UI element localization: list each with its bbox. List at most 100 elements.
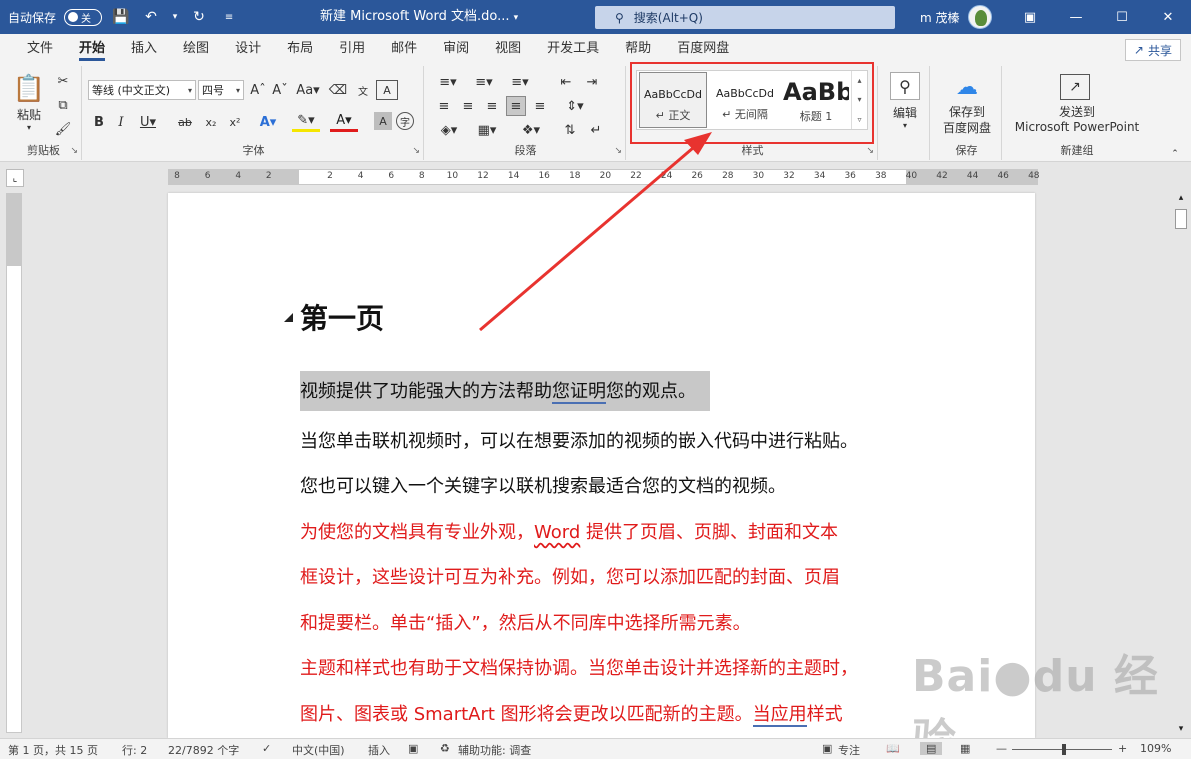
line-number[interactable]: 行: 2 bbox=[122, 742, 147, 758]
heading-first-page[interactable]: 第一页 bbox=[300, 297, 384, 337]
word-count[interactable]: 22/7892 个字 bbox=[168, 742, 239, 758]
numbering-icon[interactable]: ≡▾ bbox=[470, 72, 498, 92]
line-spacing-icon[interactable]: ⇕▾ bbox=[560, 96, 590, 116]
subscript-icon[interactable]: x₂ bbox=[200, 112, 222, 132]
send-to-powerpoint-icon[interactable]: ↗ bbox=[1060, 74, 1090, 100]
focus-mode[interactable]: 专注 bbox=[838, 742, 860, 758]
paste-button[interactable]: 粘贴 bbox=[10, 106, 48, 122]
avatar[interactable] bbox=[967, 5, 992, 29]
selected-paragraph[interactable]: 视频提供了功能强大的方法帮助您证明您的观点。 bbox=[300, 371, 710, 411]
tab-references[interactable]: 引用 bbox=[326, 34, 378, 64]
minimize-icon[interactable]: — bbox=[1053, 0, 1099, 34]
copy-icon[interactable]: ⧉ bbox=[54, 96, 72, 114]
print-layout-icon[interactable]: ▤ bbox=[920, 742, 943, 755]
chinese-layout-icon[interactable]: ❖▾ bbox=[516, 120, 546, 140]
borders-icon[interactable]: ▦▾ bbox=[472, 120, 502, 140]
distributed-icon[interactable]: ≡ bbox=[530, 96, 550, 116]
editing-button[interactable]: 编辑 bbox=[882, 104, 928, 120]
find-icon[interactable]: ⚲ bbox=[890, 72, 920, 100]
document-page[interactable]: 第一页 视频提供了功能强大的方法帮助您证明您的观点。 当您单击联机视频时，可以在… bbox=[168, 193, 1035, 738]
dialog-launcher-icon[interactable]: ↘ bbox=[866, 146, 874, 156]
shading-icon[interactable]: ◈▾ bbox=[434, 120, 464, 140]
autosave-toggle[interactable]: 关 bbox=[64, 8, 103, 26]
collapse-ribbon-icon[interactable]: ⌃ bbox=[1168, 148, 1182, 160]
web-layout-icon[interactable]: ▦ bbox=[960, 742, 970, 755]
sort-icon[interactable]: ⇅ bbox=[560, 120, 580, 140]
tab-home[interactable]: 开始 bbox=[66, 34, 118, 64]
font-size-combo[interactable]: 四号 ▾ bbox=[198, 80, 244, 100]
dialog-launcher-icon[interactable]: ↘ bbox=[70, 146, 78, 156]
collapse-heading-icon[interactable] bbox=[284, 313, 293, 322]
highlight-icon[interactable]: ✎▾ bbox=[292, 112, 320, 132]
save-icon[interactable]: 💾 bbox=[110, 6, 132, 28]
tab-draw[interactable]: 绘图 bbox=[170, 34, 222, 64]
text-effects-icon[interactable]: A▾ bbox=[254, 112, 282, 132]
tab-review[interactable]: 审阅 bbox=[430, 34, 482, 64]
document-title[interactable]: 新建 Microsoft Word 文档.do... ▾ bbox=[320, 0, 518, 34]
zoom-out-icon[interactable]: — bbox=[996, 742, 1007, 755]
paragraph-4[interactable]: 为使您的文档具有专业外观，Word 提供了页眉、页脚、封面和文本 bbox=[300, 518, 838, 544]
customize-qat-icon[interactable]: ≡ bbox=[218, 6, 240, 28]
share-button[interactable]: ↗ 共享 bbox=[1124, 39, 1181, 61]
character-border-icon[interactable]: A bbox=[376, 80, 398, 100]
user-account[interactable]: m 茂榛 bbox=[920, 0, 992, 34]
paragraph-7[interactable]: 主题和样式也有助于文档保持协调。当您单击设计并选择新的主题时， bbox=[300, 654, 858, 680]
send-to-line1[interactable]: 发送到 bbox=[1004, 104, 1150, 119]
search-input[interactable]: ⚲ 搜索(Alt+Q) bbox=[595, 6, 895, 29]
vertical-ruler[interactable] bbox=[6, 193, 22, 733]
paragraph-2[interactable]: 当您单击联机视频时，可以在想要添加的视频的嵌入代码中进行粘贴。 bbox=[300, 427, 858, 453]
multilevel-list-icon[interactable]: ≡▾ bbox=[506, 72, 534, 92]
insert-mode[interactable]: 插入 bbox=[368, 742, 390, 758]
redo-icon[interactable]: ↻ bbox=[188, 6, 210, 28]
strikethrough-icon[interactable]: ab bbox=[174, 112, 196, 132]
superscript-icon[interactable]: x² bbox=[224, 112, 246, 132]
font-color-icon[interactable]: A▾ bbox=[330, 112, 358, 132]
save-to-line1[interactable]: 保存到 bbox=[932, 104, 1002, 119]
format-painter-icon[interactable]: 🖌 bbox=[54, 120, 72, 138]
dialog-launcher-icon[interactable]: ↘ bbox=[412, 146, 420, 156]
tab-help[interactable]: 帮助 bbox=[612, 34, 664, 64]
tab-design[interactable]: 设计 bbox=[222, 34, 274, 64]
show-marks-icon[interactable]: ↵ bbox=[586, 120, 606, 140]
underline-icon[interactable]: U▾ bbox=[136, 112, 160, 132]
macro-icon[interactable]: ▣ bbox=[408, 742, 418, 755]
paragraph-6[interactable]: 和提要栏。单击“插入”，然后从不同库中选择所需元素。 bbox=[300, 609, 751, 635]
accessibility-icon[interactable]: ♻ bbox=[440, 742, 450, 755]
undo-icon[interactable]: ↶ bbox=[140, 6, 162, 28]
paste-icon[interactable]: 📋 bbox=[13, 72, 45, 106]
close-icon[interactable]: ✕ bbox=[1145, 0, 1191, 34]
page-count[interactable]: 第 1 页，共 15 页 bbox=[8, 742, 98, 758]
cut-icon[interactable]: ✂ bbox=[54, 72, 72, 90]
send-to-line2[interactable]: Microsoft PowerPoint bbox=[1004, 120, 1150, 134]
grow-font-icon[interactable]: Aˆ bbox=[248, 80, 268, 100]
save-to-line2[interactable]: 百度网盘 bbox=[932, 120, 1002, 135]
tab-baidu-netdisk[interactable]: 百度网盘 bbox=[664, 34, 742, 64]
language[interactable]: 中文(中国) bbox=[292, 742, 345, 758]
proofing-icon[interactable]: ✓ bbox=[262, 742, 271, 755]
zoom-level[interactable]: 109% bbox=[1140, 742, 1171, 755]
paragraph-3[interactable]: 您也可以键入一个关键字以联机搜索最适合您的文档的视频。 bbox=[300, 472, 786, 498]
tab-developer[interactable]: 开发工具 bbox=[534, 34, 612, 64]
change-case-icon[interactable]: Aa▾ bbox=[294, 80, 322, 100]
phonetic-guide-icon[interactable]: 文 bbox=[352, 80, 374, 100]
decrease-indent-icon[interactable]: ⇤ bbox=[556, 72, 576, 92]
zoom-in-icon[interactable]: + bbox=[1118, 742, 1127, 755]
scroll-up-icon[interactable]: ▴ bbox=[1173, 193, 1189, 207]
tab-layout[interactable]: 布局 bbox=[274, 34, 326, 64]
zoom-slider-thumb[interactable] bbox=[1062, 744, 1066, 755]
justify-icon[interactable]: ≡ bbox=[506, 96, 526, 116]
scroll-thumb[interactable] bbox=[1175, 209, 1187, 229]
align-right-icon[interactable]: ≡ bbox=[482, 96, 502, 116]
paragraph-5[interactable]: 框设计，这些设计可互为补充。例如，您可以添加匹配的封面、页眉 bbox=[300, 563, 840, 589]
tab-insert[interactable]: 插入 bbox=[118, 34, 170, 64]
tab-file[interactable]: 文件 bbox=[14, 34, 66, 64]
paragraph-8[interactable]: 图片、图表或 SmartArt 图形将会更改以匹配新的主题。当应用样式 bbox=[300, 700, 843, 727]
chevron-down-icon[interactable]: ▾ bbox=[20, 122, 38, 132]
horizontal-ruler[interactable]: 8 6 4 2 2 4 6 8 10 12 14 16 18 20 22 24 26 28 30 32 34 36 38 40… bbox=[168, 169, 1040, 185]
font-name-combo[interactable]: 等线 (中文正文) ▾ bbox=[88, 80, 196, 100]
focus-icon[interactable]: ▣ bbox=[822, 742, 832, 755]
align-left-icon[interactable]: ≡ bbox=[434, 96, 454, 116]
italic-icon[interactable]: I bbox=[112, 112, 130, 132]
read-mode-icon[interactable]: 📖 bbox=[886, 742, 900, 755]
chevron-down-icon[interactable]: ▾ bbox=[896, 120, 914, 130]
